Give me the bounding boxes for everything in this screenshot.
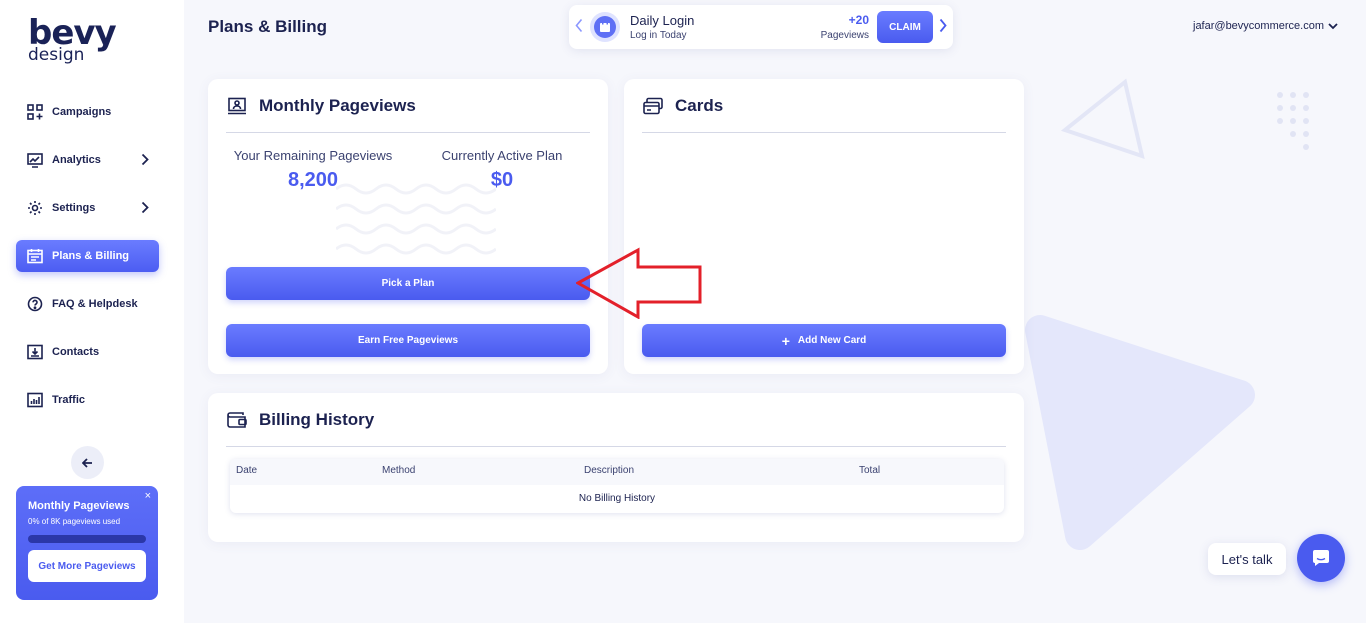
active-plan-value: $0 bbox=[490, 169, 514, 191]
sidebar-nav: Campaigns Analytics Settings Plans & Bil… bbox=[16, 96, 159, 432]
sidebar-item-settings[interactable]: Settings bbox=[16, 192, 159, 224]
daily-login-points-label: Pageviews bbox=[820, 30, 869, 41]
arrow-left-icon bbox=[82, 457, 92, 468]
sidebar-item-label: Plans & Billing bbox=[52, 250, 130, 262]
traffic-icon bbox=[26, 392, 43, 409]
sidebar-item-contacts[interactable]: Contacts bbox=[16, 336, 159, 368]
sidebar-item-plans-billing[interactable]: Plans & Billing bbox=[16, 240, 159, 272]
sidebar-item-label: Settings bbox=[52, 202, 96, 214]
chevron-right-icon bbox=[141, 153, 149, 166]
chevron-left-icon[interactable] bbox=[575, 18, 583, 33]
sidebar-item-label: Campaigns bbox=[52, 106, 112, 118]
divider bbox=[642, 132, 1006, 133]
sidebar-item-analytics[interactable]: Analytics bbox=[16, 144, 159, 176]
add-new-card-button[interactable]: + Add New Card bbox=[642, 324, 1006, 357]
promo-title: Monthly Pageviews bbox=[28, 500, 130, 512]
sidebar-item-traffic[interactable]: Traffic bbox=[16, 384, 159, 416]
card-title: Cards bbox=[675, 96, 724, 115]
collapse-sidebar-button[interactable] bbox=[71, 446, 104, 479]
credit-card-icon bbox=[642, 95, 664, 117]
pick-plan-button[interactable]: Pick a Plan bbox=[226, 267, 590, 300]
contacts-icon bbox=[26, 344, 43, 361]
pageviews-promo: × Monthly Pageviews 0% of 8K pageviews u… bbox=[16, 486, 158, 600]
campaigns-icon bbox=[26, 104, 43, 121]
column-header-total: Total bbox=[859, 465, 881, 476]
sidebar-item-label: Traffic bbox=[52, 394, 86, 406]
page-title: Plans & Billing bbox=[208, 17, 328, 36]
earn-free-pageviews-button[interactable]: Earn Free Pageviews bbox=[226, 324, 590, 357]
brand-name: bevy bbox=[28, 13, 117, 53]
column-header-date: Date bbox=[236, 465, 258, 476]
billing-history-table: Date Method Description Total No Billing… bbox=[230, 459, 1004, 513]
active-plan-label: Currently Active Plan bbox=[441, 148, 563, 163]
chevron-right-icon bbox=[141, 201, 149, 214]
chevron-right-icon[interactable] bbox=[939, 18, 947, 33]
cards-card: Cards + Add New Card bbox=[624, 79, 1024, 374]
brand-logo[interactable]: bevy design bbox=[28, 13, 117, 64]
usage-progress-bar bbox=[28, 535, 146, 543]
add-new-card-label: Add New Card bbox=[797, 335, 867, 346]
wave-decoration bbox=[336, 183, 496, 255]
promo-subtitle: 0% of 8K pageviews used bbox=[28, 517, 121, 526]
sidebar-item-label: Contacts bbox=[52, 346, 100, 358]
card-title: Monthly Pageviews bbox=[259, 96, 416, 115]
column-header-method: Method bbox=[382, 465, 416, 476]
divider bbox=[226, 446, 1006, 447]
chat-bubble-icon bbox=[1313, 550, 1329, 566]
analytics-icon bbox=[26, 152, 43, 169]
help-icon bbox=[26, 296, 43, 313]
monthly-pageviews-card: Monthly Pageviews Your Remaining Pagevie… bbox=[208, 79, 608, 374]
billing-history-card: Billing History Date Method Description … bbox=[208, 393, 1024, 542]
close-icon[interactable]: × bbox=[145, 490, 151, 502]
card-header: Billing History bbox=[226, 409, 374, 431]
get-more-pageviews-button[interactable]: Get More Pageviews bbox=[28, 550, 146, 582]
plus-icon: + bbox=[781, 332, 790, 349]
chat-button[interactable] bbox=[1297, 534, 1345, 582]
daily-login-points: +20 bbox=[848, 13, 869, 27]
monitor-user-icon bbox=[226, 95, 248, 117]
daily-login-icon bbox=[590, 12, 620, 42]
daily-login-subtitle: Log in Today bbox=[630, 30, 687, 41]
chevron-down-icon bbox=[1328, 22, 1338, 29]
card-header: Monthly Pageviews bbox=[226, 95, 416, 117]
daily-login-title: Daily Login bbox=[630, 13, 695, 28]
sidebar-item-label: Analytics bbox=[52, 154, 101, 166]
remaining-pageviews-label: Your Remaining Pageviews bbox=[233, 148, 393, 163]
empty-state: No Billing History bbox=[578, 493, 656, 504]
remaining-pageviews-value: 8,200 bbox=[287, 169, 339, 191]
card-header: Cards bbox=[642, 95, 723, 117]
sidebar-item-faq[interactable]: FAQ & Helpdesk bbox=[16, 288, 159, 320]
sidebar: bevy design Campaigns Analytics Settings bbox=[0, 0, 184, 623]
column-header-description: Description bbox=[584, 465, 635, 476]
card-title: Billing History bbox=[259, 410, 375, 429]
user-menu[interactable]: jafar@bevycommerce.com bbox=[1193, 20, 1338, 32]
wallet-icon bbox=[226, 409, 248, 431]
user-email: jafar@bevycommerce.com bbox=[1193, 20, 1324, 32]
lets-talk-label[interactable]: Let's talk bbox=[1208, 543, 1286, 575]
gear-icon bbox=[26, 200, 43, 217]
calendar-icon bbox=[26, 248, 43, 265]
claim-button[interactable]: CLAIM bbox=[877, 11, 933, 43]
sidebar-item-label: FAQ & Helpdesk bbox=[52, 298, 138, 310]
divider bbox=[226, 132, 590, 133]
daily-login-banner: Daily Login Log in Today +20 Pageviews C… bbox=[569, 5, 953, 49]
sidebar-item-campaigns[interactable]: Campaigns bbox=[16, 96, 159, 128]
